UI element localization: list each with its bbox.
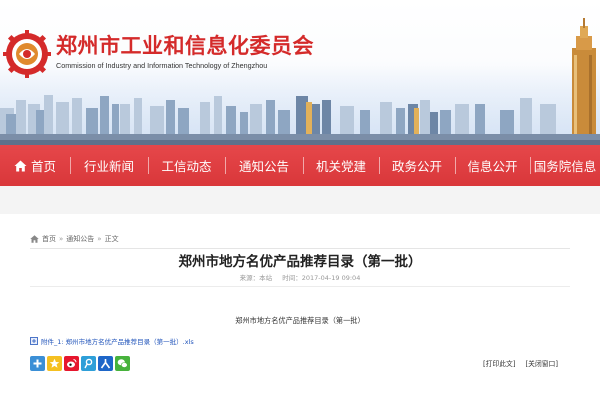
breadcrumb: 首页 » 通知公告 » 正文 xyxy=(30,234,119,244)
nav-item-notices[interactable]: 通知公告 xyxy=(225,145,303,186)
nav-item-government-affairs[interactable]: 政务公开 xyxy=(379,145,455,186)
attachment-label: 附件_1: 郑州市地方名优产品推荐目录（第一批）.xls xyxy=(41,338,194,346)
nav-item-label: 国务院信息 xyxy=(533,159,597,174)
nav-item-state-council[interactable]: 国务院信息 xyxy=(530,145,600,186)
share-plus-icon[interactable] xyxy=(30,356,45,371)
attachment-link[interactable]: 附件_1: 郑州市地方名优产品推荐目录（第一批）.xls xyxy=(30,336,194,346)
nav-item-info-disclosure[interactable]: 信息公开 xyxy=(455,145,530,186)
attachment-icon xyxy=(30,337,38,345)
breadcrumb-notices[interactable]: 通知公告 xyxy=(66,234,94,244)
home-icon xyxy=(14,160,27,171)
wechat-icon[interactable] xyxy=(115,356,130,371)
nav-item-label: 工信动态 xyxy=(161,159,212,174)
article-source: 来源：本站 xyxy=(239,274,273,282)
tencent-weibo-icon[interactable] xyxy=(81,356,96,371)
logo-icon xyxy=(3,30,51,78)
article-time: 时间：2017-04-19 09:04 xyxy=(282,274,361,282)
breadcrumb-separator: » xyxy=(59,235,64,243)
divider-band xyxy=(0,186,600,214)
nav-item-label: 信息公开 xyxy=(467,159,518,174)
weibo-icon[interactable] xyxy=(64,356,79,371)
nav-item-work-updates[interactable]: 工信动态 xyxy=(148,145,225,186)
breadcrumb-separator: » xyxy=(97,235,102,243)
breadcrumb-current: 正文 xyxy=(104,235,119,243)
article-meta: 来源：本站 时间：2017-04-19 09:04 xyxy=(0,272,600,282)
nav-item-label: 机关党建 xyxy=(315,159,366,174)
site-subtitle: Commission of Industry and Information T… xyxy=(56,61,268,70)
close-window-button[interactable]: [关闭窗口] xyxy=(526,358,559,368)
nav-item-industry-news[interactable]: 行业新闻 xyxy=(70,145,148,186)
nav-item-label: 行业新闻 xyxy=(83,159,134,174)
breadcrumb-home[interactable]: 首页 xyxy=(42,234,56,244)
nav-item-label: 首页 xyxy=(30,159,56,174)
nav-item-party-building[interactable]: 机关党建 xyxy=(303,145,379,186)
site-title: 郑州市工业和信息化委员会 xyxy=(56,34,314,58)
header-banner: 郑州市工业和信息化委员会 Commission of Industry and … xyxy=(0,0,600,145)
print-button[interactable]: [打印此文] xyxy=(483,358,516,368)
article-title: 郑州市地方名优产品推荐目录（第一批） xyxy=(178,254,422,270)
article-actions: [打印此文] [关闭窗口] xyxy=(473,358,558,368)
meta-divider xyxy=(30,286,570,287)
breadcrumb-divider xyxy=(30,248,570,249)
share-bar xyxy=(30,356,130,371)
article-container: 首页 » 通知公告 » 正文 郑州市地方名优产品推荐目录（第一批） 来源：本站 … xyxy=(0,214,600,400)
nav-item-home[interactable]: 首页 xyxy=(0,145,70,186)
breadcrumb-home-icon xyxy=(30,235,39,243)
nav-item-label: 政务公开 xyxy=(391,159,442,174)
article-body: 郑州市地方名优产品推荐目录（第一批） xyxy=(235,316,365,325)
city-skyline-image xyxy=(0,18,600,145)
renren-icon[interactable] xyxy=(98,356,113,371)
nav-item-label: 通知公告 xyxy=(238,159,289,174)
main-nav: 首页 行业新闻 工信动态 通知公告 机关党建 政务公开 信息公开 国务院信息 xyxy=(0,145,600,186)
qzone-icon[interactable] xyxy=(47,356,62,371)
